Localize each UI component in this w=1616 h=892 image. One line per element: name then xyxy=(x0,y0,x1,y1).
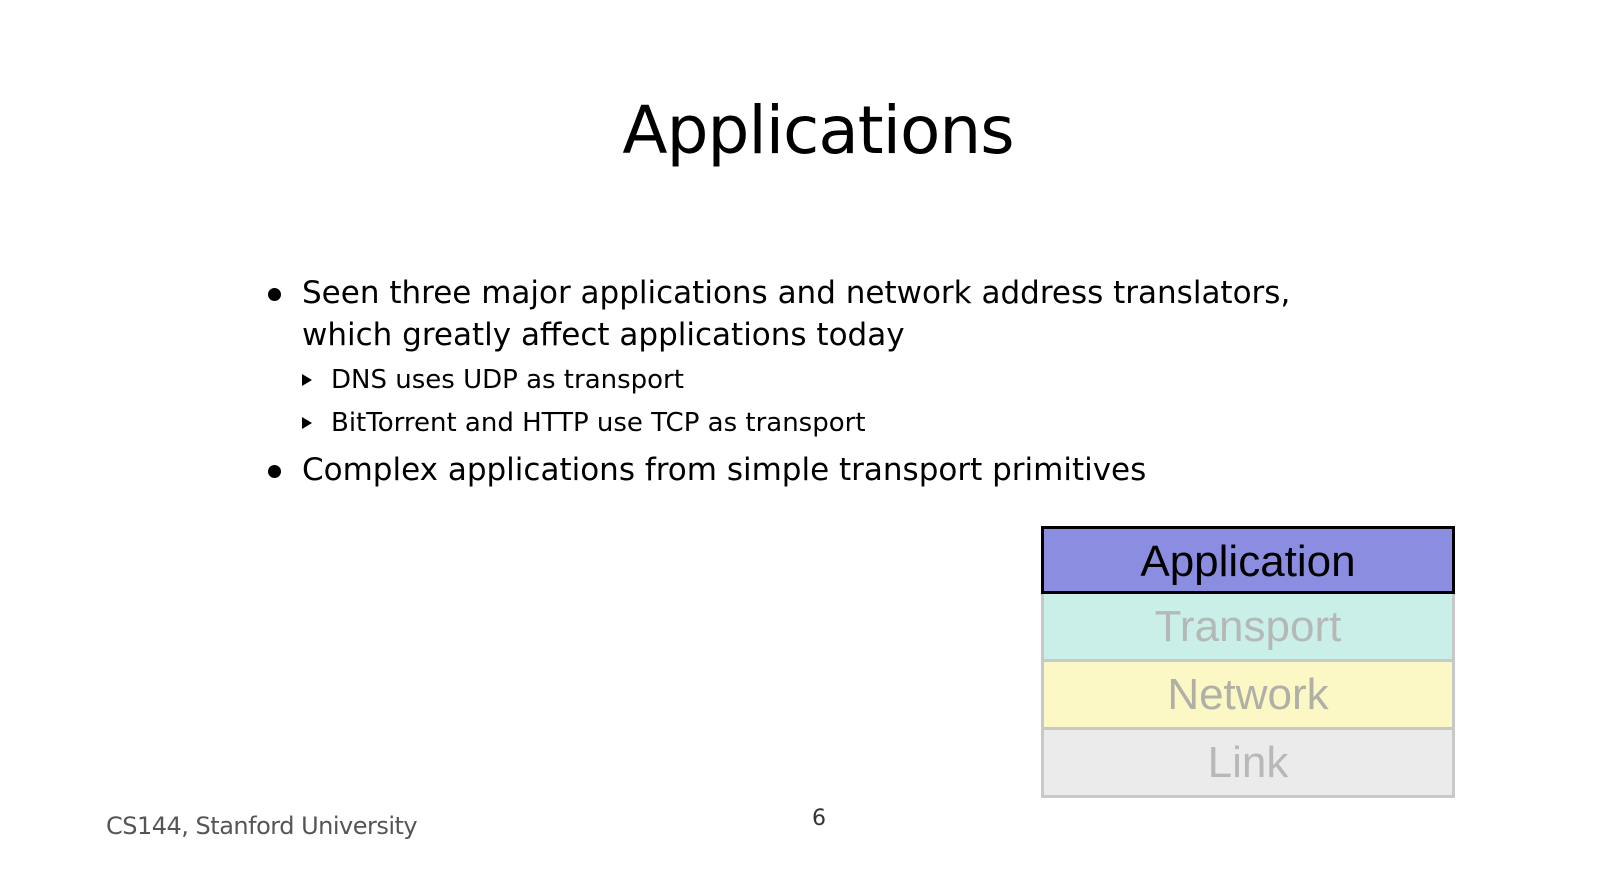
bullet-item: Seen three major applications and networ… xyxy=(268,272,1368,356)
layer-link: Link xyxy=(1041,730,1455,798)
bullet-dot-icon xyxy=(268,288,281,301)
bullet-text: Seen three major applications and networ… xyxy=(302,275,1291,353)
sub-bullet-text: DNS uses UDP as transport xyxy=(331,365,684,395)
bullet-list: Seen three major applications and networ… xyxy=(268,272,1368,495)
bullet-dot-icon xyxy=(268,465,281,478)
page-number: 6 xyxy=(812,806,826,831)
layer-network: Network xyxy=(1041,662,1455,730)
sub-bullet-list: DNS uses UDP as transport BitTorrent and… xyxy=(302,360,1368,443)
footer-course: CS144, Stanford University xyxy=(106,812,418,840)
bullet-item: Complex applications from simple transpo… xyxy=(268,449,1368,491)
sub-bullet-item: BitTorrent and HTTP use TCP as transport xyxy=(302,403,1368,443)
layer-transport: Transport xyxy=(1041,594,1455,662)
network-layer-stack: Application Transport Network Link xyxy=(1041,526,1455,798)
slide-title: Applications xyxy=(622,92,1014,169)
sub-bullet-item: DNS uses UDP as transport xyxy=(302,360,1368,400)
sub-bullet-text: BitTorrent and HTTP use TCP as transport xyxy=(331,408,866,438)
triangle-right-icon xyxy=(302,417,312,429)
triangle-right-icon xyxy=(302,374,312,386)
bullet-text: Complex applications from simple transpo… xyxy=(302,452,1147,488)
layer-application: Application xyxy=(1041,526,1455,594)
